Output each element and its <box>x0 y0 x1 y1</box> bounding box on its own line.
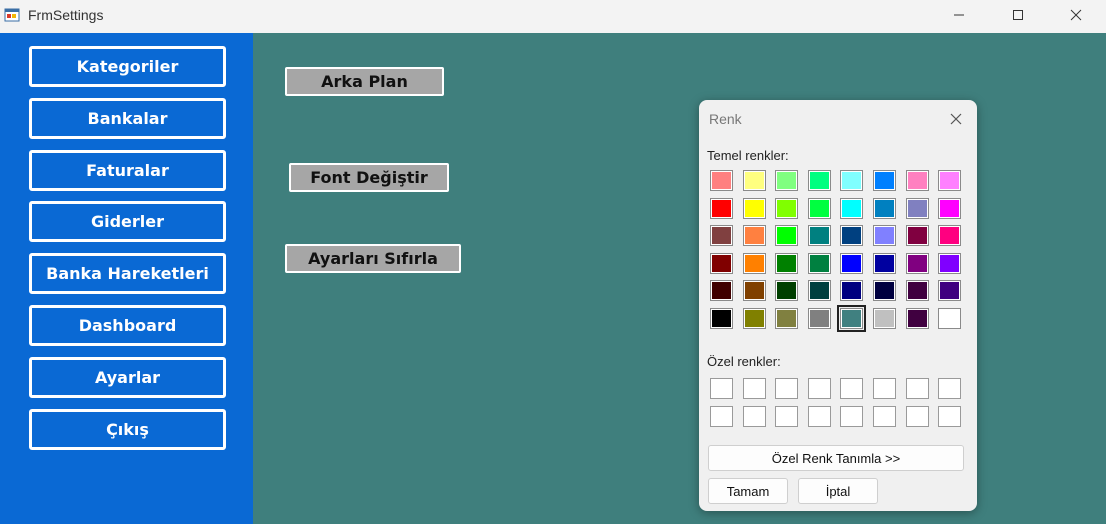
custom-color-swatch[interactable] <box>840 406 863 427</box>
basic-color-swatch[interactable] <box>743 308 766 329</box>
basic-color-swatch[interactable] <box>710 198 733 219</box>
reset-settings-button[interactable]: Ayarları Sıfırla <box>285 244 461 273</box>
basic-color-swatch[interactable] <box>906 225 929 246</box>
minimize-button[interactable] <box>930 0 988 30</box>
define-custom-color-button[interactable]: Özel Renk Tanımla >> <box>708 445 964 471</box>
custom-color-swatch[interactable] <box>808 406 831 427</box>
dialog-close-button[interactable] <box>944 108 968 130</box>
window-title: FrmSettings <box>28 7 104 23</box>
basic-color-swatch[interactable] <box>775 280 798 301</box>
basic-color-swatch[interactable] <box>710 253 733 274</box>
custom-color-swatch[interactable] <box>775 406 798 427</box>
basic-color-swatch[interactable] <box>873 308 896 329</box>
basic-color-swatch[interactable] <box>743 198 766 219</box>
close-icon <box>1070 9 1082 21</box>
basic-color-swatch[interactable] <box>808 170 831 191</box>
basic-color-swatch[interactable] <box>710 308 733 329</box>
maximize-button[interactable] <box>989 0 1047 30</box>
custom-color-swatch[interactable] <box>873 378 896 399</box>
nav-ayarlar-button[interactable]: Ayarlar <box>29 357 226 398</box>
custom-colors-label: Özel renkler: <box>707 354 781 369</box>
change-font-button[interactable]: Font Değiştir <box>289 163 449 192</box>
custom-color-swatch[interactable] <box>873 406 896 427</box>
app-icon <box>4 6 22 24</box>
background-color-button[interactable]: Arka Plan <box>285 67 444 96</box>
basic-color-swatch[interactable] <box>873 253 896 274</box>
basic-color-swatch[interactable] <box>840 253 863 274</box>
basic-color-swatch[interactable] <box>775 308 798 329</box>
custom-color-swatch[interactable] <box>775 378 798 399</box>
basic-color-swatch[interactable] <box>938 253 961 274</box>
basic-color-swatch[interactable] <box>938 280 961 301</box>
nav-bankalar-button[interactable]: Bankalar <box>29 98 226 139</box>
basic-color-swatch[interactable] <box>837 305 866 332</box>
close-icon <box>950 113 962 125</box>
basic-color-swatch[interactable] <box>775 225 798 246</box>
basic-color-swatch[interactable] <box>906 170 929 191</box>
basic-color-swatch[interactable] <box>906 308 929 329</box>
basic-color-swatch[interactable] <box>808 198 831 219</box>
basic-color-swatch[interactable] <box>808 253 831 274</box>
basic-color-swatch[interactable] <box>743 170 766 191</box>
custom-color-swatch[interactable] <box>938 378 961 399</box>
nav-faturalar-button[interactable]: Faturalar <box>29 150 226 191</box>
basic-color-swatch[interactable] <box>873 170 896 191</box>
basic-color-swatch[interactable] <box>840 170 863 191</box>
basic-color-swatch[interactable] <box>840 198 863 219</box>
basic-color-swatch[interactable] <box>743 253 766 274</box>
minimize-icon <box>954 14 964 16</box>
basic-color-swatch[interactable] <box>775 170 798 191</box>
basic-color-swatch[interactable] <box>743 280 766 301</box>
custom-color-swatch[interactable] <box>743 406 766 427</box>
custom-color-swatch[interactable] <box>808 378 831 399</box>
maximize-icon <box>1013 10 1023 20</box>
basic-color-swatch[interactable] <box>873 225 896 246</box>
color-dialog: Renk Temel renkler: Özel renkler: Özel R… <box>699 100 977 511</box>
nav-dashboard-button[interactable]: Dashboard <box>29 305 226 346</box>
basic-color-swatch[interactable] <box>710 170 733 191</box>
basic-color-swatch[interactable] <box>873 198 896 219</box>
basic-color-swatch[interactable] <box>775 198 798 219</box>
basic-color-swatch[interactable] <box>906 198 929 219</box>
custom-color-swatch[interactable] <box>710 378 733 399</box>
basic-color-swatch[interactable] <box>808 308 831 329</box>
basic-color-swatch[interactable] <box>710 225 733 246</box>
custom-color-swatch[interactable] <box>938 406 961 427</box>
sidebar: Kategoriler Bankalar Faturalar Giderler … <box>0 33 253 524</box>
cancel-button[interactable]: İptal <box>798 478 878 504</box>
basic-color-swatch[interactable] <box>873 280 896 301</box>
nav-kategoriler-button[interactable]: Kategoriler <box>29 46 226 87</box>
basic-color-swatch[interactable] <box>906 280 929 301</box>
custom-color-swatch[interactable] <box>906 406 929 427</box>
basic-color-swatch[interactable] <box>775 253 798 274</box>
basic-color-swatch[interactable] <box>906 253 929 274</box>
custom-color-swatch[interactable] <box>743 378 766 399</box>
basic-color-swatch[interactable] <box>938 308 961 329</box>
nav-giderler-button[interactable]: Giderler <box>29 201 226 242</box>
basic-color-swatch[interactable] <box>743 225 766 246</box>
basic-color-swatch[interactable] <box>938 170 961 191</box>
title-bar: FrmSettings <box>0 0 1106 33</box>
custom-color-swatch[interactable] <box>840 378 863 399</box>
dialog-title: Renk <box>709 111 742 127</box>
nav-cikis-button[interactable]: Çıkış <box>29 409 226 450</box>
nav-banka-hareketleri-button[interactable]: Banka Hareketleri <box>29 253 226 294</box>
basic-color-swatch[interactable] <box>808 225 831 246</box>
basic-color-swatch[interactable] <box>710 280 733 301</box>
basic-color-swatch[interactable] <box>938 225 961 246</box>
ok-button[interactable]: Tamam <box>708 478 788 504</box>
custom-color-swatch[interactable] <box>906 378 929 399</box>
basic-color-swatch[interactable] <box>938 198 961 219</box>
basic-color-swatch[interactable] <box>840 280 863 301</box>
basic-colors-label: Temel renkler: <box>707 148 789 163</box>
close-button[interactable] <box>1047 0 1105 30</box>
custom-color-swatch[interactable] <box>710 406 733 427</box>
basic-color-swatch[interactable] <box>808 280 831 301</box>
basic-color-swatch[interactable] <box>840 225 863 246</box>
